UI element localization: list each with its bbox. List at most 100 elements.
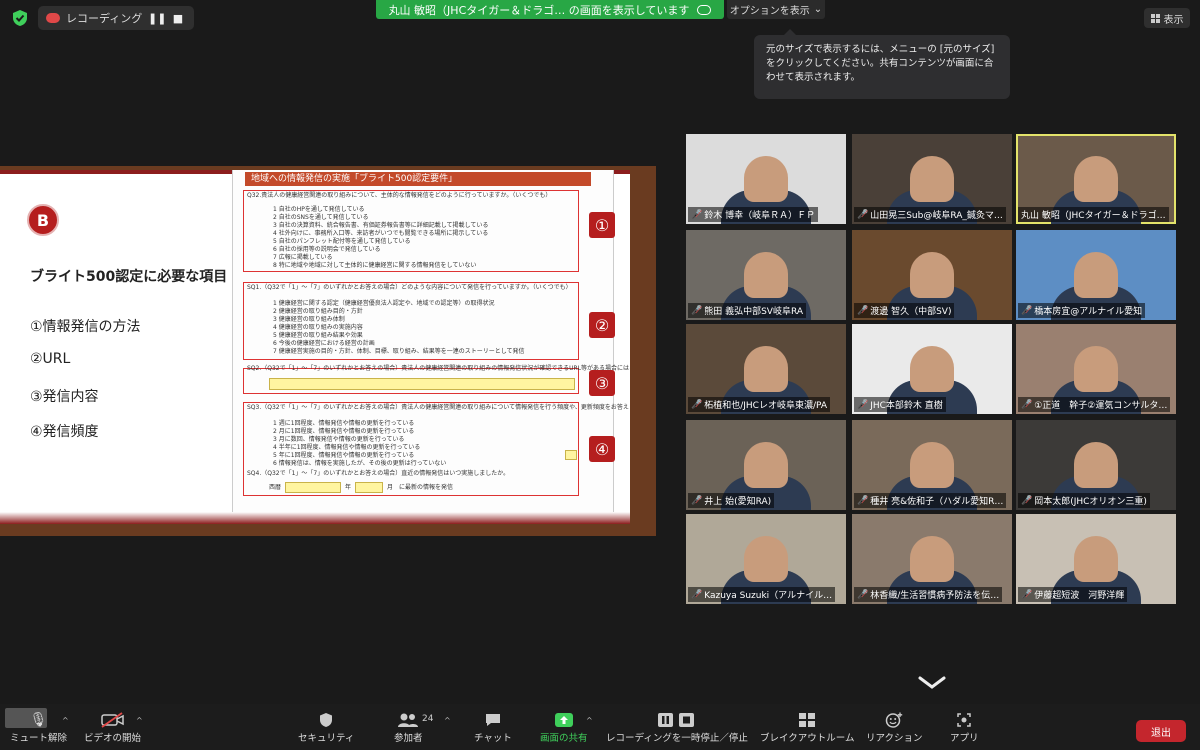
video-tile[interactable]: 丸山 敏昭（JHCタイガー＆ドラゴ… xyxy=(1016,134,1176,224)
participant-face xyxy=(910,252,954,298)
chevron-down-icon: ⌄ xyxy=(813,4,823,15)
participant-name: 岡本太郎(JHCオリオン三重) xyxy=(1034,497,1147,507)
participant-name-tag: 🎤̸ 鈴木 博幸（岐阜ＲＡ）ＦＰ xyxy=(688,207,819,222)
video-tile[interactable]: 🎤̸ 伊藤超短波 河野洋輝 xyxy=(1016,514,1176,604)
unmute-button[interactable]: 🎙 ミュート解除 xyxy=(10,710,67,744)
video-camera-off-icon xyxy=(100,710,126,730)
video-tile[interactable]: 🎤̸ 渡邊 智久（中部SV) xyxy=(852,230,1012,320)
video-tile[interactable]: 🎤̸ 鈴木 博幸（岐阜ＲＡ）ＦＰ xyxy=(686,134,846,224)
chat-label: チャット xyxy=(474,733,512,744)
tooltip-text: 元のサイズで表示するには、メニューの [元のサイズ] をクリックしてください。共… xyxy=(766,44,995,83)
muted-microphone-icon: 🎤̸ xyxy=(857,209,869,220)
share-screen-label: 画面の共有 xyxy=(540,733,588,744)
grid-view-icon xyxy=(1150,13,1160,23)
pause-recording-icon[interactable]: ❚❚ xyxy=(148,12,166,25)
security-button[interactable]: セキュリティ xyxy=(298,710,354,744)
sq3-text: SQ3.（Q32で「1」～「7」のいずれかとお答えの場合）貴法人の健康経営関連の… xyxy=(247,404,630,411)
question-option: 4 社外向けに、事務所入口等、来訪者がいつでも閲覧できる場所に掲示している xyxy=(273,230,489,237)
question-option: 6 情報発信は、情報を実施したが、その後の更新は行っていない xyxy=(273,460,447,467)
video-tile[interactable]: 🎤̸ 林香織/生活習慣病予防法を伝… xyxy=(852,514,1012,604)
share-options-caret-icon[interactable]: ^ xyxy=(586,716,593,725)
reactions-button[interactable]: リアクション xyxy=(866,710,923,744)
video-tile[interactable]: 🎤̸ 熊田 義弘中部SV岐阜RA xyxy=(686,230,846,320)
participant-face xyxy=(1074,252,1118,298)
participants-label: 参加者 xyxy=(394,733,423,744)
participant-face xyxy=(910,536,954,582)
muted-microphone-icon: 🎤̸ xyxy=(691,399,703,410)
participants-button[interactable]: 参加者 xyxy=(394,710,423,744)
view-button[interactable]: 表示 xyxy=(1144,8,1190,28)
question-option: 1 週に1回程度、情報発信や情報の更新を行っている xyxy=(273,420,415,427)
participant-face xyxy=(744,346,788,392)
participant-face xyxy=(910,346,954,392)
muted-microphone-icon: 🎤̸ xyxy=(857,589,869,600)
participant-face xyxy=(1074,156,1118,202)
breakout-rooms-button[interactable]: ブレイクアウトルーム xyxy=(760,710,855,744)
participant-name-tag: 丸山 敏昭（JHCタイガー＆ドラゴ… xyxy=(1018,207,1169,222)
stop-recording-icon[interactable]: ■ xyxy=(170,12,186,25)
shared-screen[interactable]: B ブライト500認定に必要な項目 ①情報発信の方法 ②URL ③発信内容 ④発… xyxy=(0,166,656,536)
slide-item: ③発信内容 xyxy=(30,389,99,405)
muted-microphone-icon: 🎤̸ xyxy=(857,495,869,506)
year-input-field xyxy=(285,482,341,493)
video-tile[interactable]: 🎤̸ 種井 亮&佐和子（ハダル愛知R… xyxy=(852,420,1012,510)
participant-name: 丸山 敏昭（JHCタイガー＆ドラゴ… xyxy=(1021,211,1166,221)
leave-button[interactable]: 退出 xyxy=(1136,720,1186,742)
chat-button[interactable]: チャット xyxy=(474,710,512,744)
video-tile[interactable]: 🎤̸ 柘植和也/JHCレオ岐阜東濃/PA xyxy=(686,324,846,414)
slide-bottom-band xyxy=(0,512,630,524)
recording-indicator[interactable]: レコーディング... ❚❚ ■ xyxy=(38,6,194,30)
smiley-plus-icon xyxy=(885,710,903,730)
video-tile[interactable]: 🎤̸ ①正道 幹子②運気コンサルタ… xyxy=(1016,324,1176,414)
participant-name: 林香織/生活習慣病予防法を伝… xyxy=(870,591,1000,601)
video-tile[interactable]: 🎤̸ 橋本房宜@アルナイル愛知 xyxy=(1016,230,1176,320)
slide-item: ④発信頻度 xyxy=(30,424,99,440)
participant-name: 橋本房宜@アルナイル愛知 xyxy=(1034,307,1143,317)
video-options-caret-icon[interactable]: ^ xyxy=(136,716,143,725)
audio-options-caret-icon[interactable]: ^ xyxy=(62,716,69,725)
question-option: 2 自社のSNSを通して発信している xyxy=(273,214,369,221)
marker-2: ② xyxy=(589,312,615,338)
q32-options: 1 自社のHPを通して発信している 2 自社のSNSを通して発信している 3 自社の… xyxy=(273,206,488,270)
question-option: 2 月に1回程度、情報発信や情報の更新を行っている xyxy=(273,428,415,435)
shield-check-icon[interactable] xyxy=(10,8,30,28)
share-screen-button[interactable]: 画面の共有 xyxy=(540,710,588,744)
muted-microphone-icon: 🎤̸ xyxy=(857,305,869,316)
question-option: 1 健康経営に関する認定（健康経営優良法人認定や、地域での認定等）の取得状況 xyxy=(273,300,495,307)
video-tile[interactable]: 🎤̸ 岡本太郎(JHCオリオン三重) xyxy=(1016,420,1176,510)
question-option: 5 健康経営の取り組み結果や効果 xyxy=(273,332,363,339)
share-screen-icon xyxy=(554,710,574,730)
participants-icon xyxy=(397,710,419,730)
presentation-slide: B ブライト500認定に必要な項目 ①情報発信の方法 ②URL ③発信内容 ④発… xyxy=(0,170,630,524)
video-tile[interactable]: 🎤̸ 山田晃三Sub@岐阜RA_鍼灸マ… xyxy=(852,134,1012,224)
participant-face xyxy=(744,252,788,298)
participant-name: 熊田 義弘中部SV岐阜RA xyxy=(704,307,803,317)
participant-name-tag: 🎤̸ 橋本房宜@アルナイル愛知 xyxy=(1018,303,1146,318)
marker-4: ④ xyxy=(589,436,615,462)
sq4-year-label: 年 xyxy=(345,484,352,491)
frequency-answer-box xyxy=(565,450,577,460)
sq1-text: SQ1.（Q32で「1」～「7」のいずれかとお答えの場合）どのような内容について… xyxy=(247,284,572,291)
pause-stop-recording-button[interactable]: レコーディングを一時停止／停止 xyxy=(606,710,748,744)
security-shield-icon xyxy=(318,710,334,730)
question-option: 1 自社のHPを通して発信している xyxy=(273,206,365,213)
view-options-label: オプションを表示 xyxy=(729,6,810,17)
slide-item: ②URL xyxy=(30,351,71,367)
apps-icon xyxy=(955,710,973,730)
reactions-label: リアクション xyxy=(866,733,923,744)
participant-name: 種井 亮&佐和子（ハダル愛知R… xyxy=(870,497,1004,507)
participants-caret-icon[interactable]: ^ xyxy=(444,716,451,725)
question-option: 3 健康経営の取り組み体制 xyxy=(273,316,345,323)
doc-title: 地域への情報発信の実施「ブライト500認定要件」 xyxy=(245,172,591,186)
apps-button[interactable]: アプリ xyxy=(950,710,979,744)
chevron-down-icon[interactable] xyxy=(918,676,946,690)
video-tile[interactable]: 🎤̸ Kazuya Suzuki（アルナイル… xyxy=(686,514,846,604)
video-tile[interactable]: 🎤̸ JHC本部鈴木 直樹 xyxy=(852,324,1012,414)
video-tile[interactable]: 🎤̸ 井上 始(愛知RA) xyxy=(686,420,846,510)
start-video-button[interactable]: ビデオの開始 xyxy=(84,710,141,744)
view-options-button[interactable]: オプションを表示 ⌄ xyxy=(727,0,825,19)
participant-face xyxy=(910,156,954,202)
participant-face xyxy=(1074,346,1118,392)
video-gallery: 🎤̸ 鈴木 博幸（岐阜ＲＡ）ＦＰ 🎤̸ 山田晃三Sub@岐阜RA_鍼灸マ… 丸山 敏昭（… xyxy=(686,134,1178,604)
share-banner-text: 丸山 敏昭（JHCタイガー＆ドラゴ… の画面を表示しています xyxy=(388,3,690,17)
